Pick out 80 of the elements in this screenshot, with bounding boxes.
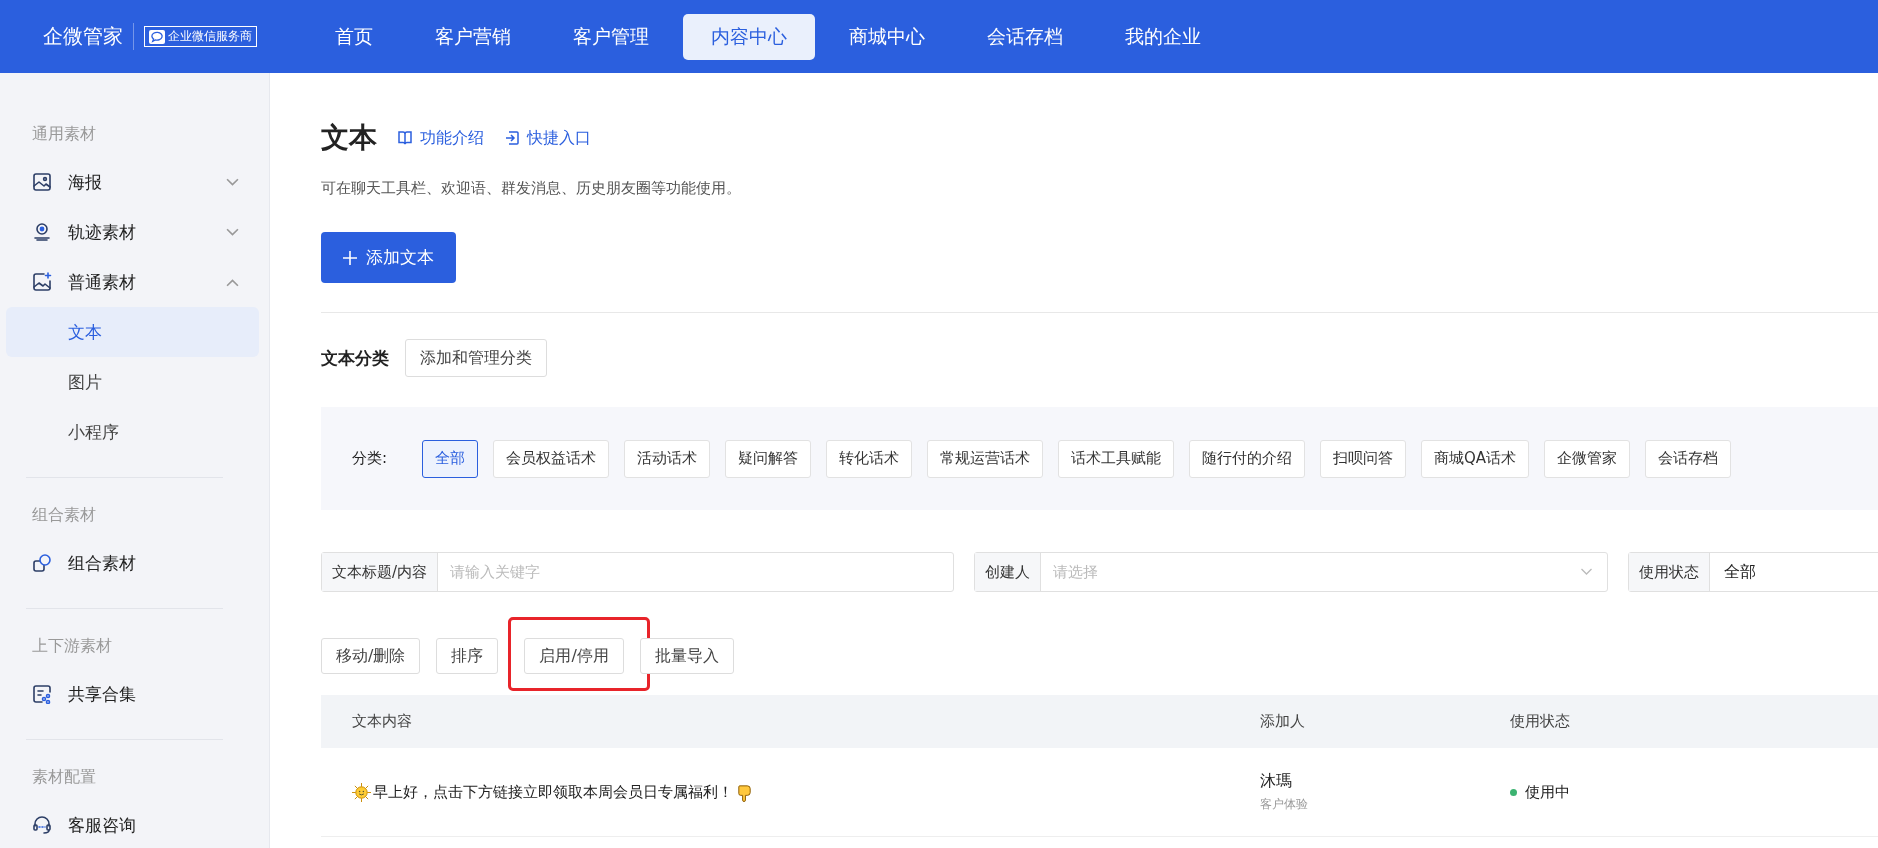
sidebar-item[interactable]: 普通素材 (0, 257, 269, 307)
sun-face-icon (352, 782, 371, 802)
sidebar-group-title: 上下游素材 (31, 635, 113, 657)
sidebar-item-label: 客服咨询 (68, 813, 137, 837)
sidebar-item-label: 海报 (68, 170, 103, 194)
sidebar-subitem[interactable]: 小程序 (6, 407, 259, 457)
filter-field[interactable]: 创建人 请选择 (974, 552, 1608, 592)
nav-tab[interactable]: 商城中心 (821, 13, 953, 60)
category-chip[interactable]: 转化话术 (826, 439, 913, 478)
sidebar-item[interactable]: 海报 (0, 157, 269, 207)
column-header: 文本内容 (351, 712, 413, 731)
table-cell-text: 客户体验 (1260, 796, 1309, 813)
nav-tab[interactable]: 客户营销 (407, 13, 539, 60)
category-label: 分类: (352, 449, 388, 468)
category-chip[interactable]: 活动话术 (624, 439, 711, 478)
nav-tab[interactable]: 我的企业 (1097, 13, 1229, 60)
category-chip[interactable]: 全部 (422, 439, 479, 478)
page-link[interactable]: 快捷入口 (504, 127, 591, 149)
headset-icon (32, 815, 52, 835)
table-cell-text: 沐瑪 (1260, 771, 1293, 792)
sidebar-item-label: 轨迹素材 (68, 220, 137, 244)
field-label: 文本标题/内容 (322, 553, 439, 591)
select-input[interactable]: 请选择 (1041, 563, 1580, 581)
category-chip[interactable]: 企微管家 (1544, 439, 1631, 478)
category-chip[interactable]: 话术工具赋能 (1058, 439, 1175, 478)
sidebar-group-title: 组合素材 (31, 504, 97, 526)
category-chip[interactable]: 随行付的介绍 (1189, 439, 1306, 478)
chat-bubble-icon (149, 29, 165, 44)
shapes-icon (32, 553, 52, 573)
field-label: 创建人 (975, 553, 1042, 591)
nav-tab[interactable]: 会话存档 (959, 13, 1091, 60)
category-chip[interactable]: 常规运营话术 (927, 439, 1044, 478)
action-button[interactable]: 启用/停用 (524, 638, 624, 674)
category-chip[interactable]: 疑问解答 (725, 439, 812, 478)
page-title: 文本 (321, 120, 377, 156)
sidebar-item-label: 组合素材 (68, 551, 137, 575)
sidebar-subitem[interactable]: 图片 (6, 357, 259, 407)
plus-icon (343, 250, 357, 265)
category-chip[interactable]: 会话存档 (1645, 439, 1732, 478)
page-link[interactable]: 功能介绍 (397, 127, 484, 149)
category-chip[interactable]: 扫呗问答 (1320, 439, 1407, 478)
table-cell: 使用中 (1525, 782, 1570, 802)
section-title: 文本分类 (321, 346, 389, 370)
field-value: 全部 (1722, 561, 1757, 583)
location-pin-icon (32, 222, 52, 242)
keyword-input[interactable]: 请输入关键字 (438, 563, 954, 581)
book-icon (397, 130, 413, 146)
filter-field[interactable]: 使用状态 全部 (1627, 552, 1878, 592)
sidebar-item[interactable]: 组合素材 (0, 538, 269, 588)
enter-icon (504, 130, 520, 146)
page-description: 可在聊天工具栏、欢迎语、群发消息、历史朋友圈等功能使用。 (321, 179, 742, 198)
category-chip[interactable]: 商城QA话术 (1421, 439, 1530, 478)
logo-text: 企微管家 (43, 23, 134, 50)
table-cell: 早上好，点击下方链接立即领取本周会员日专属福利！ (373, 782, 733, 802)
column-header: 添加人 (1260, 712, 1306, 731)
image-sparkle-icon (32, 272, 52, 292)
sidebar-subitem[interactable]: 文本 (6, 307, 259, 357)
share-card-icon (32, 684, 52, 704)
filter-field[interactable]: 文本标题/内容 请输入关键字 (321, 552, 955, 592)
sidebar-item-label: 共享合集 (68, 682, 137, 706)
field-label: 使用状态 (1628, 553, 1710, 591)
sidebar-group-title: 通用素材 (31, 123, 97, 145)
action-button[interactable]: 移动/删除 (321, 638, 421, 674)
sidebar-item[interactable]: 轨迹素材 (0, 207, 269, 257)
action-button[interactable]: 批量导入 (639, 638, 734, 674)
nav-tab[interactable]: 内容中心 (683, 13, 815, 60)
sidebar-group-title: 素材配置 (31, 766, 97, 788)
image-icon (32, 172, 52, 192)
action-button[interactable]: 排序 (436, 638, 499, 674)
nav-tab[interactable]: 客户管理 (545, 13, 677, 60)
badge-text: 企业微信服务商 (168, 28, 252, 45)
category-chip[interactable]: 会员权益话术 (493, 439, 610, 478)
sidebar-item[interactable]: 共享合集 (0, 669, 269, 719)
manage-categories-button[interactable]: 添加和管理分类 (405, 339, 547, 377)
nav-tab[interactable]: 首页 (307, 13, 401, 60)
caret-icon (1579, 568, 1593, 576)
add-text-button[interactable]: 添加文本 (321, 232, 456, 283)
column-header: 使用状态 (1510, 712, 1570, 731)
sidebar-item-label: 普通素材 (68, 270, 137, 294)
sidebar-item[interactable]: 客服咨询 (0, 800, 269, 848)
